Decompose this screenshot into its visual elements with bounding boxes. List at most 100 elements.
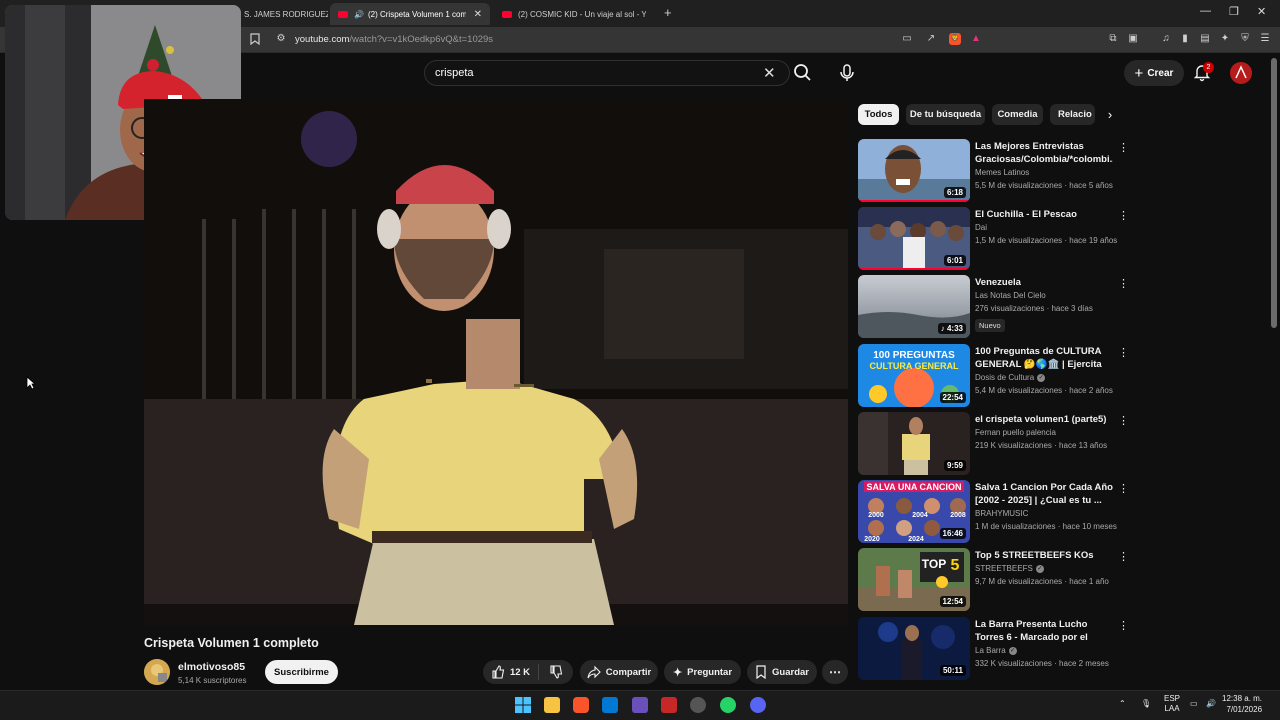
recommendation-channel[interactable]: Memes Latinos xyxy=(975,168,1029,177)
video-thumbnail[interactable]: 6:18 xyxy=(858,139,970,202)
media-icon[interactable]: ♫ xyxy=(1160,33,1172,45)
video-thumbnail[interactable]: 9:59 xyxy=(858,412,970,475)
discord-icon[interactable] xyxy=(750,697,766,713)
brave-browser-icon[interactable] xyxy=(573,697,589,713)
recommendation-title[interactable]: Top 5 STREETBEEFS KOs xyxy=(975,549,1113,562)
video-thumbnail[interactable]: ♪ 4:33 xyxy=(858,275,970,338)
more-vertical-icon[interactable]: ⋮ xyxy=(1118,209,1129,222)
share-button[interactable]: Compartir xyxy=(580,660,658,684)
chip-de-tu-busqueda[interactable]: De tu búsqueda xyxy=(906,104,985,125)
dislike-button[interactable] xyxy=(539,665,573,679)
bookmark-icon[interactable] xyxy=(249,33,261,46)
new-tab-button[interactable]: + xyxy=(664,5,672,20)
recommendation-title[interactable]: El Cuchilla - El Pescao xyxy=(975,208,1113,221)
more-vertical-icon[interactable]: ⋮ xyxy=(1118,414,1129,427)
more-vertical-icon[interactable]: ⋮ xyxy=(1118,482,1129,495)
video-thumbnail[interactable]: 100 PREGUNTAS CULTURA GENERAL 22:54 xyxy=(858,344,970,407)
more-vertical-icon[interactable]: ⋮ xyxy=(1118,619,1129,632)
system-clock[interactable]: 12:38 a. m. 7/01/2026 xyxy=(1222,693,1262,715)
more-vertical-icon[interactable]: ⋮ xyxy=(1118,550,1129,563)
windows-start-icon[interactable] xyxy=(515,697,531,713)
recommendation-item[interactable]: 100 PREGUNTAS CULTURA GENERAL 22:54 100 … xyxy=(858,344,1138,408)
cast-icon[interactable]: ▭ xyxy=(901,33,913,45)
recommendation-item[interactable]: 50:11 La Barra Presenta Lucho Torres 6 -… xyxy=(858,617,1138,681)
leo-ai-icon[interactable]: ✦ xyxy=(1219,33,1231,45)
whatsapp-icon[interactable] xyxy=(720,697,736,713)
recommendation-channel[interactable]: Fernan puello palencia xyxy=(975,428,1056,437)
close-icon[interactable]: ✕ xyxy=(474,9,482,20)
more-vertical-icon[interactable]: ⋮ xyxy=(1118,346,1129,359)
restore-icon[interactable]: ❐ xyxy=(1229,5,1239,18)
page-scrollbar[interactable] xyxy=(1271,58,1277,328)
recommendation-item[interactable]: SALVA UNA CANCION 2000 2004 2008 2020 20… xyxy=(858,480,1138,544)
voice-search-button[interactable] xyxy=(833,60,861,86)
wallet-icon[interactable]: ▣ xyxy=(1127,33,1139,45)
search-input[interactable]: crispeta xyxy=(435,67,474,79)
microphone-tray-icon[interactable]: 🎙 xyxy=(1141,699,1151,708)
more-vertical-icon[interactable]: ⋮ xyxy=(1118,277,1129,290)
chevron-right-icon[interactable]: › xyxy=(1101,106,1119,124)
game-app-icon[interactable] xyxy=(632,697,648,713)
recommendation-channel[interactable]: Las Notas Del Cielo xyxy=(975,291,1046,300)
brave-rewards-icon[interactable]: ▲ xyxy=(970,33,982,45)
subscribe-button[interactable]: Suscribirme xyxy=(265,660,338,684)
recommendation-item[interactable]: TOP 5 12:54 Top 5 STREETBEEFS KOs STREET… xyxy=(858,548,1138,612)
recommendation-title[interactable]: La Barra Presenta Lucho Torres 6 - Marca… xyxy=(975,618,1113,644)
tray-overflow-icon[interactable]: ⌃ xyxy=(1119,699,1126,708)
site-settings-icon[interactable]: ⚙ xyxy=(275,33,287,45)
search-button[interactable] xyxy=(790,60,816,86)
minimize-icon[interactable]: — xyxy=(1200,5,1211,17)
recommendation-channel[interactable]: BRAHYMUSIC xyxy=(975,509,1028,518)
menu-icon[interactable]: ☰ xyxy=(1259,33,1271,45)
recommendation-channel[interactable]: Dai xyxy=(975,223,987,232)
recommendation-title[interactable]: Venezuela xyxy=(975,276,1113,289)
recommendation-title[interactable]: Las Mejores Entrevistas Graciosas/Colomb… xyxy=(975,140,1113,166)
more-vertical-icon[interactable]: ⋮ xyxy=(1118,141,1129,154)
search-box[interactable]: crispeta ✕ xyxy=(424,60,790,86)
wallet2-icon[interactable]: ▤ xyxy=(1199,33,1211,45)
channel-avatar[interactable] xyxy=(144,659,170,685)
browser-tab[interactable]: (2) COSMIC KID - Un viaje al sol - You xyxy=(494,3,654,25)
extensions-icon[interactable]: ⧉ xyxy=(1107,33,1119,45)
video-thumbnail[interactable]: 6:01 xyxy=(858,207,970,270)
store-icon[interactable] xyxy=(602,697,618,713)
recommendation-item[interactable]: 6:18 Las Mejores Entrevistas Graciosas/C… xyxy=(858,139,1138,203)
chip-relacionados[interactable]: Relacio xyxy=(1050,104,1095,125)
recommendation-item[interactable]: 9:59 el crispeta volumen1 (parte5) Ferna… xyxy=(858,412,1138,476)
language-indicator[interactable]: ESP LAA xyxy=(1164,694,1180,714)
sidebar-icon[interactable]: ▮ xyxy=(1179,33,1191,45)
file-explorer-icon[interactable] xyxy=(544,697,560,713)
brave-shields-icon[interactable]: 🦁 xyxy=(949,33,961,45)
browser-tab-active[interactable]: 🔊 (2) Crispeta Volumen 1 compl ✕ xyxy=(330,3,490,25)
url-field[interactable]: youtube.com/watch?v=v1kOedkp6vQ&t=1029s xyxy=(295,34,493,45)
app-icon[interactable] xyxy=(661,697,677,713)
close-window-icon[interactable]: ✕ xyxy=(1257,5,1266,18)
more-actions-button[interactable]: ⋯ xyxy=(822,660,848,684)
save-button[interactable]: Guardar xyxy=(747,660,817,684)
share-page-icon[interactable]: ↗ xyxy=(925,33,937,45)
browser-tab[interactable]: S. JAMES RODRIGUEZ xyxy=(236,3,328,25)
chip-comedia[interactable]: Comedia xyxy=(992,104,1043,125)
video-thumbnail[interactable]: TOP 5 12:54 xyxy=(858,548,970,611)
ask-button[interactable]: ✦ Preguntar xyxy=(664,660,741,684)
recommendation-channel[interactable]: La Barra ✓ xyxy=(975,646,1017,655)
video-player[interactable] xyxy=(144,99,848,625)
recommendation-title[interactable]: 100 Preguntas de CULTURA GENERAL 🤔🌎🏛️ | … xyxy=(975,345,1113,371)
recommendation-title[interactable]: el crispeta volumen1 (parte5) xyxy=(975,413,1113,426)
video-thumbnail[interactable]: SALVA UNA CANCION 2000 2004 2008 2020 20… xyxy=(858,480,970,543)
vpn-icon[interactable]: ⛨ xyxy=(1239,33,1251,45)
recommendation-item[interactable]: ♪ 4:33 Venezuela Las Notas Del Cielo 276… xyxy=(858,275,1138,339)
account-avatar[interactable] xyxy=(1230,62,1252,84)
clear-search-icon[interactable]: ✕ xyxy=(763,64,776,82)
recommendation-item[interactable]: 6:01 El Cuchilla - El Pescao Dai 1,5 M d… xyxy=(858,207,1138,271)
video-thumbnail[interactable]: 50:11 xyxy=(858,617,970,680)
chip-todos[interactable]: Todos xyxy=(858,104,899,125)
recommendation-channel[interactable]: Dosis de Cultura ✓ xyxy=(975,373,1046,382)
like-button[interactable]: 12 K xyxy=(483,664,539,680)
volume-icon[interactable]: 🔊 xyxy=(1206,699,1216,708)
create-button[interactable]: + Crear xyxy=(1124,60,1184,86)
settings-icon[interactable] xyxy=(690,697,706,713)
recommendation-title[interactable]: Salva 1 Cancion Por Cada Año [2002 - 202… xyxy=(975,481,1113,507)
network-icon[interactable]: ▭ xyxy=(1190,699,1198,708)
recommendation-channel[interactable]: STREETBEEFS ✓ xyxy=(975,564,1044,573)
